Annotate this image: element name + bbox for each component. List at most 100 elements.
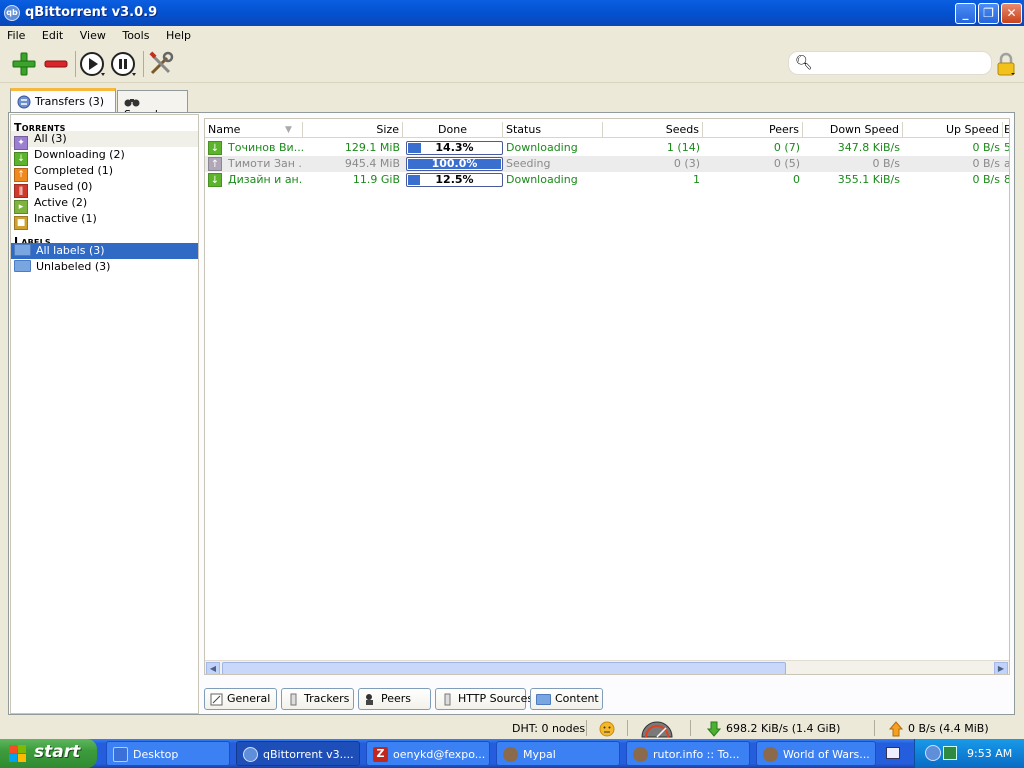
column-size[interactable]: Size [303,122,403,138]
resume-icon[interactable] [79,50,107,78]
toolbar: 🔍︎ [0,45,1024,83]
sidebar-item-downloading[interactable]: ↓ Downloading (2) [11,147,198,166]
system-tray: 9:53 AM [914,739,1024,768]
general-icon [210,693,223,705]
tab-transfers-label: Transfers (3) [35,95,105,108]
table-row[interactable]: ↓ Дизайн и ан... 11.9 GiB 12.5% Download… [205,172,1009,188]
sidebar-label-all[interactable]: All labels (3) [11,243,198,259]
speed-limit-gauge-icon[interactable] [640,720,674,738]
horizontal-scrollbar[interactable]: ◀ ▶ [205,660,1009,674]
table-row[interactable]: ↓ Точинов Ви... 129.1 MiB 14.3% Download… [205,140,1009,156]
mypal-icon [503,747,518,762]
sidebar-item-completed[interactable]: ↑ Completed (1) [11,163,198,182]
torrent-size: 129.1 MiB [344,141,400,154]
torrent-up-speed: 0 B/s [972,173,1000,186]
menu-edit[interactable]: Edit [35,26,69,42]
connection-status-icon[interactable] [599,721,615,737]
sidebar-label-unlabeled[interactable]: Unlabeled (3) [11,259,198,275]
sort-descending-icon: ▼ [285,125,292,135]
tab-peers[interactable]: Peers [358,688,431,710]
close-button[interactable]: ✕ [1001,3,1022,24]
folder-icon [14,244,31,256]
scrollbar-thumb[interactable] [222,662,786,674]
torrent-status: Seeding [506,157,551,170]
desktop-icon [113,747,128,762]
torrent-name: Дизайн и ан... [228,173,303,186]
qbittorrent-icon [243,747,258,762]
torrents-heading: Torrents [14,121,66,134]
sidebar-item-inactive[interactable]: ■ Inactive (1) [11,211,198,230]
column-done[interactable]: Done [403,122,503,138]
upload-speed[interactable]: 0 B/s (4.4 MiB) [908,722,989,735]
remove-torrent-icon[interactable] [42,50,70,78]
taskbar: start Desktop qBittorrent v3.... Zoenykd… [0,739,1024,768]
tab-trackers[interactable]: Trackers [281,688,354,710]
qbittorrent-tray-icon[interactable] [925,745,941,761]
column-up-speed[interactable]: Up Speed [903,122,1003,138]
torrent-up-speed: 0 B/s [972,157,1000,170]
menu-tools[interactable]: Tools [115,26,155,42]
browser-icon [763,747,778,762]
status-separator [690,720,691,736]
transfers-icon [17,95,31,109]
tab-general[interactable]: General [204,688,277,710]
menu-help[interactable]: Help [159,26,197,42]
download-speed[interactable]: 698.2 KiB/s (1.4 GiB) [726,722,840,735]
transfer-list: Name ▼ Size Done Status Seeds Peers Down … [204,118,1010,675]
torrent-down-speed: 355.1 KiB/s [837,173,900,186]
filter-sidebar: Torrents ✦ All (3) ↓ Downloading (2) ↑ Comp… [10,114,199,714]
network-tray-icon[interactable] [943,746,957,760]
scroll-right-icon[interactable]: ▶ [994,662,1008,674]
sidebar-item-all[interactable]: ✦ All (3) [11,131,198,150]
column-name[interactable]: Name ▼ [205,122,303,138]
column-status[interactable]: Status [503,122,603,138]
torrent-peers: 0 [793,173,800,186]
browser-icon [633,747,648,762]
keyboard-layout-icon[interactable] [886,747,900,759]
minimize-button[interactable]: _ [955,3,976,24]
options-tools-icon[interactable] [147,50,175,78]
taskbar-desktop[interactable]: Desktop [106,741,230,766]
torrent-seeds: 1 [693,173,700,186]
column-peers[interactable]: Peers [703,122,803,138]
taskbar-mypal[interactable]: Mypal [496,741,620,766]
torrent-name: Тимоти Зан ... [228,157,303,170]
column-seeds[interactable]: Seeds [603,122,703,138]
sidebar-item-active[interactable]: ▸ Active (2) [11,195,198,214]
status-bar: DHT: 0 nodes 698.2 KiB/s (1.4 GiB) 0 B/s… [0,717,1024,739]
torrent-seeds: 0 (3) [673,157,700,170]
folder-icon [536,693,551,705]
toolbar-separator [75,51,76,77]
status-separator [586,720,587,736]
http-sources-icon [444,693,451,705]
search-input[interactable] [815,55,985,72]
tab-search[interactable]: Search [117,90,188,121]
menu-view[interactable]: View [73,26,112,42]
taskbar-qbittorrent[interactable]: qBittorrent v3.... [236,741,360,766]
menu-file[interactable]: File [0,26,31,42]
restore-button[interactable]: ❐ [978,3,999,24]
status-separator [627,720,628,736]
windows-flag-icon [9,745,26,762]
scroll-left-icon[interactable]: ◀ [206,662,220,674]
column-eta[interactable]: E [1003,122,1009,138]
trackers-icon [290,693,297,705]
torrent-name: Точинов Ви... [228,141,303,154]
pause-icon[interactable] [110,50,138,78]
taskbar-world-of-wars[interactable]: World of Wars... [756,741,876,766]
tab-transfers[interactable]: Transfers (3) [10,88,116,113]
filezilla-icon: Z [373,747,388,762]
taskbar-rutor[interactable]: rutor.info :: To... [626,741,750,766]
sidebar-item-paused[interactable]: ǁ Paused (0) [11,179,198,198]
add-torrent-icon[interactable] [10,50,38,78]
start-button[interactable]: start [0,739,97,768]
inactive-icon: ■ [14,216,28,230]
clock: 9:53 AM [967,747,1013,760]
lock-icon[interactable] [996,52,1016,76]
tab-http-sources[interactable]: HTTP Sources [435,688,533,710]
table-header: Name ▼ Size Done Status Seeds Peers Down … [205,122,1009,138]
table-row[interactable]: ↑ Тимоти Зан ... 945.4 MiB 100.0% Seedin… [205,156,1009,172]
tab-content[interactable]: Content [530,688,603,710]
column-down-speed[interactable]: Down Speed [803,122,903,138]
taskbar-filezilla[interactable]: Zoenykd@fexpo... [366,741,490,766]
